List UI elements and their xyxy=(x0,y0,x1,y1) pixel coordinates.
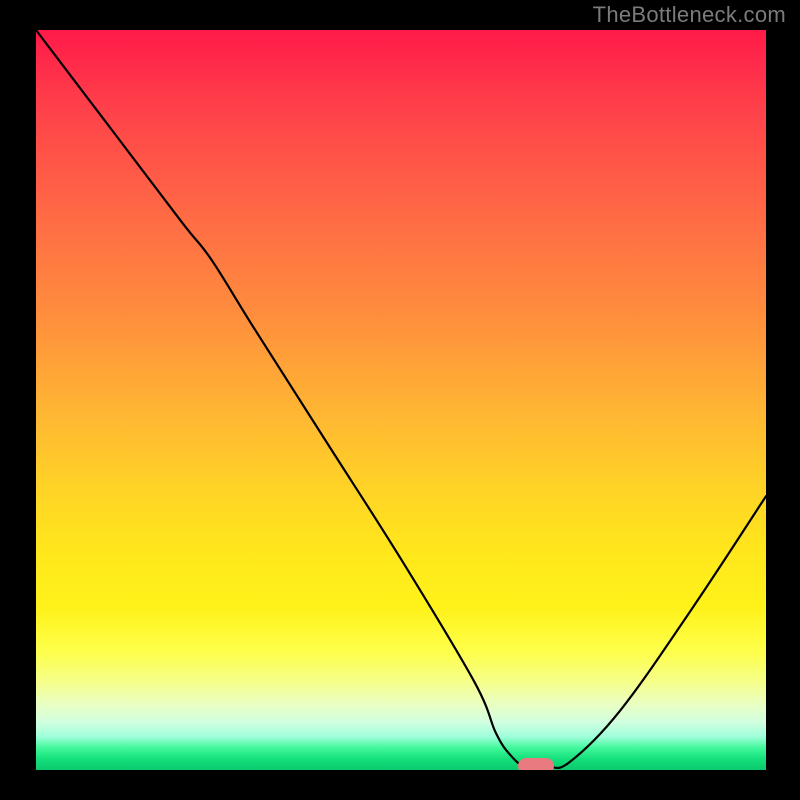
bottleneck-curve xyxy=(36,30,766,770)
chart-container: TheBottleneck.com xyxy=(0,0,800,800)
optimal-marker-icon xyxy=(518,758,554,770)
gradient-plot-area xyxy=(36,30,766,770)
watermark-text: TheBottleneck.com xyxy=(593,2,786,28)
